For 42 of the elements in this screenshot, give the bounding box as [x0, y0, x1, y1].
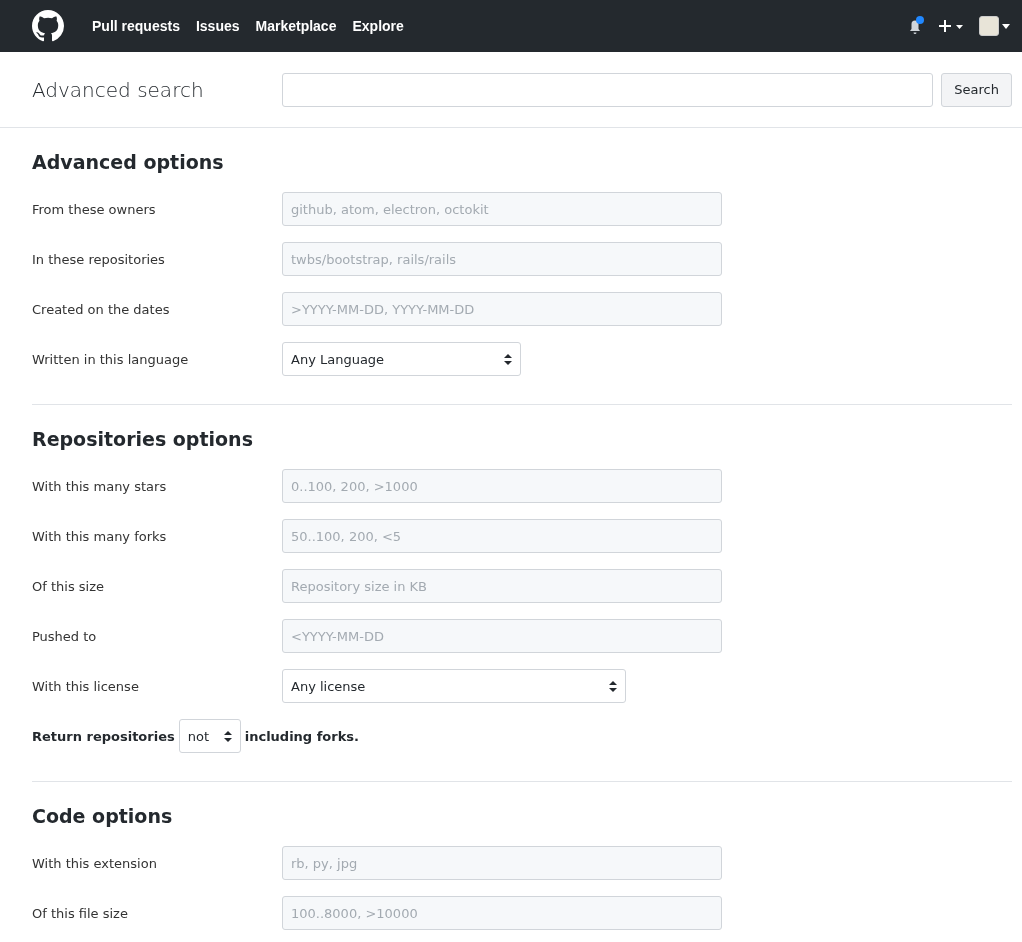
section-heading: Repositories options — [32, 427, 254, 452]
field-label: With this license — [32, 678, 140, 694]
field-label: Pushed to — [32, 628, 98, 644]
input-field[interactable]: <YYYY-MM-DD — [282, 619, 722, 653]
sentence-text: Return repositories — [32, 728, 175, 744]
nav-link[interactable]: Marketplace — [255, 18, 337, 34]
field-label: In these repositories — [32, 251, 166, 267]
search-button[interactable]: Search — [941, 72, 1012, 107]
sort-arrows-icon — [504, 353, 512, 365]
input-field[interactable]: twbs/bootstrap, rails/rails — [282, 242, 722, 276]
page-title: Advanced search — [32, 77, 205, 102]
field-label: From these owners — [32, 201, 157, 217]
input-field[interactable]: >YYYY-MM-DD, YYYY-MM-DD — [282, 292, 722, 326]
sort-arrows-icon — [223, 730, 232, 742]
field-label: With this extension — [32, 855, 158, 871]
field-label: Written in this language — [32, 351, 190, 367]
select-dropdown[interactable]: Any license — [282, 669, 626, 703]
search-field[interactable] — [282, 72, 934, 107]
section-heading: Code options — [32, 804, 174, 829]
octocat-logo-icon[interactable] — [32, 10, 64, 42]
input-field[interactable]: Repository size in KB — [282, 569, 722, 603]
nav-link[interactable]: Issues — [195, 18, 240, 34]
bell-icon[interactable] — [907, 16, 925, 36]
select-dropdown[interactable]: Any Language — [282, 342, 521, 376]
input-field[interactable]: rb, py, jpg — [282, 846, 722, 880]
section-heading: Advanced options — [32, 150, 225, 175]
field-label: With this many stars — [32, 478, 168, 494]
select-dropdown[interactable]: not — [178, 719, 241, 753]
field-label: Of this size — [32, 578, 105, 594]
sentence-text: including forks. — [244, 728, 359, 744]
input-field[interactable]: 100..8000, >10000 — [282, 896, 722, 930]
nav-link[interactable]: Pull requests — [92, 18, 180, 34]
input-field[interactable]: github, atom, electron, octokit — [282, 192, 722, 226]
field-label: With this many forks — [32, 528, 168, 544]
plus-icon[interactable] — [939, 19, 965, 33]
nav-link[interactable]: Explore — [352, 18, 404, 34]
field-label: Created on the dates — [32, 301, 171, 317]
input-field[interactable]: 0..100, 200, >1000 — [282, 469, 722, 503]
input-field[interactable]: 50..100, 200, <5 — [282, 519, 722, 553]
field-label: Of this file size — [32, 905, 129, 921]
sort-arrows-icon — [609, 680, 617, 692]
caret-icon[interactable] — [1002, 23, 1010, 29]
